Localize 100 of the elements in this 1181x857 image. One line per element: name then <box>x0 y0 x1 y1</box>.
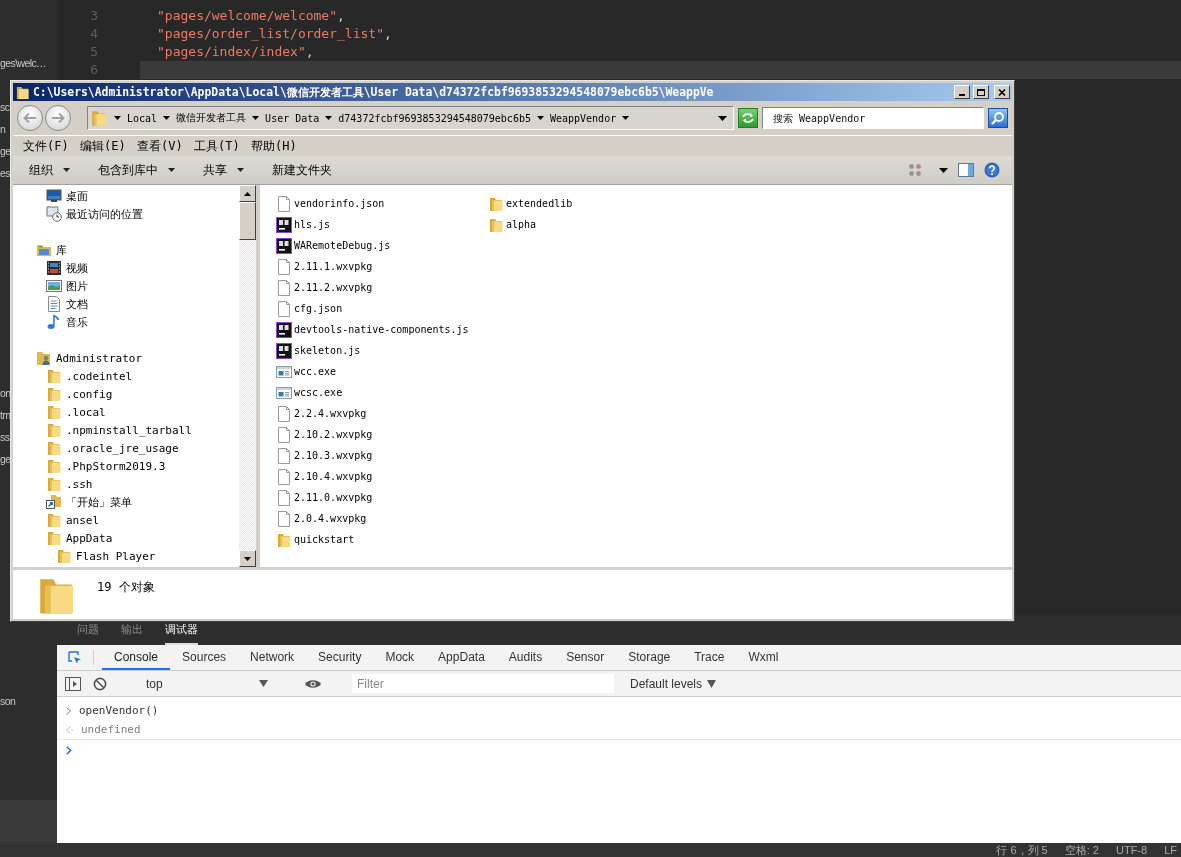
caret-icon <box>237 168 244 172</box>
devtools-tab[interactable]: AppData <box>426 645 497 670</box>
devtools-tab[interactable]: Audits <box>496 645 555 670</box>
nav-item[interactable]: Administrator <box>13 349 239 367</box>
levels-dropdown[interactable]: Default levels <box>624 675 723 692</box>
help-button[interactable] <box>984 162 1000 178</box>
devtools-tab[interactable]: Storage <box>616 645 683 670</box>
scrollbar-thumb[interactable] <box>239 202 256 240</box>
devtools-tab[interactable]: Security <box>306 645 374 670</box>
file-item[interactable]: 2.11.2.wxvpkg <box>276 277 488 298</box>
file-tree-item[interactable]: ge <box>0 448 11 470</box>
file-item[interactable]: hls.js <box>276 214 488 235</box>
sidebar-toggle-button[interactable] <box>63 676 83 691</box>
devtools-tab[interactable]: Sensor <box>554 645 617 670</box>
file-item[interactable]: vendorinfo.json <box>276 193 488 214</box>
file-item[interactable]: wcc.exe <box>276 361 488 382</box>
nav-item[interactable]: AppData <box>13 529 239 547</box>
folder-icon <box>46 512 62 528</box>
file-item[interactable]: wcsc.exe <box>276 382 488 403</box>
file-item[interactable]: quickstart <box>276 529 488 550</box>
file-item[interactable]: 2.2.4.wxvpkg <box>276 403 488 424</box>
file-tree-item[interactable]: es <box>0 162 10 184</box>
view-options-button[interactable] <box>909 164 923 176</box>
file-item[interactable]: 2.11.1.wxvpkg <box>276 256 488 277</box>
eye-toggle-button[interactable] <box>303 678 323 689</box>
file-item[interactable]: 2.10.2.wxvpkg <box>276 424 488 445</box>
right-arrow-icon <box>51 112 65 124</box>
nav-item[interactable]: 文档 <box>13 295 239 313</box>
nav-item[interactable]: .config <box>13 385 239 403</box>
file-item[interactable]: 2.0.4.wxvpkg <box>276 508 488 529</box>
search-field[interactable]: 搜索 WeappVendor <box>762 107 984 129</box>
toolbar-button[interactable]: 包含到库中 <box>94 159 179 181</box>
nav-item[interactable]: .codeintel <box>13 367 239 385</box>
nav-item[interactable]: Flash Player <box>13 547 239 565</box>
minimize-button[interactable] <box>954 85 970 99</box>
menu-item[interactable]: 工具(T) <box>190 137 247 155</box>
close-button[interactable] <box>994 85 1010 99</box>
file-item[interactable]: 2.11.0.wxvpkg <box>276 487 488 508</box>
view-menu-button[interactable] <box>939 167 948 173</box>
file-item[interactable]: 2.10.3.wxvpkg <box>276 445 488 466</box>
breadcrumb-item[interactable]: User Data <box>265 112 333 124</box>
toolbar-button[interactable]: 共享 <box>199 159 248 181</box>
file-tree-item[interactable]: ge <box>0 140 11 162</box>
scroll-down-button[interactable] <box>239 550 256 567</box>
breadcrumb-item[interactable]: d74372fcbf9693853294548079ebc6b5 <box>338 112 544 124</box>
search-icon <box>991 111 1005 125</box>
devtools-tab[interactable]: Network <box>238 645 307 670</box>
menu-item[interactable]: 编辑(E) <box>76 137 133 155</box>
menu-item[interactable]: 文件(F) <box>19 137 76 155</box>
panel-tab[interactable]: 问题 <box>77 621 99 645</box>
devtools-tab[interactable]: Sources <box>170 645 239 670</box>
nav-item[interactable]: .PhpStorm2019.3 <box>13 457 239 475</box>
file-tree-item[interactable]: ss <box>0 426 10 448</box>
file-tree-item[interactable]: tm <box>0 404 11 426</box>
nav-item[interactable]: .local <box>13 403 239 421</box>
nav-item[interactable]: .npminstall_tarball <box>13 421 239 439</box>
nav-item[interactable]: 最近访问的位置 <box>13 205 239 223</box>
menu-item[interactable]: 帮助(H) <box>247 137 304 155</box>
search-button[interactable] <box>988 108 1008 128</box>
file-tree-item[interactable]: ges\welc… <box>0 52 46 74</box>
nav-item[interactable]: 图片 <box>13 277 239 295</box>
toolbar-button[interactable]: 新建文件夹 <box>268 159 336 181</box>
refresh-button[interactable] <box>738 108 758 128</box>
file-tree-item[interactable]: sc <box>0 96 10 118</box>
nav-item[interactable]: 桌面 <box>13 187 239 205</box>
file-tree-item[interactable]: n <box>0 118 6 140</box>
nav-item[interactable]: 音乐 <box>13 313 239 331</box>
nav-item[interactable]: 库 <box>13 241 239 259</box>
devtools-tab[interactable]: Wxml <box>736 645 791 670</box>
file-icon <box>276 489 292 506</box>
toolbar-button[interactable]: 组织 <box>25 159 74 181</box>
nav-item[interactable]: 视频 <box>13 259 239 277</box>
nav-item[interactable]: 「开始」菜单 <box>13 493 239 511</box>
address-bar[interactable]: Local 微信开发者工具 User Data d74372fcbf9693853294548079ebc6b5 WeappVendor <box>87 106 734 130</box>
nav-item[interactable]: .ssh <box>13 475 239 493</box>
devtools-tab[interactable]: Mock <box>373 645 427 670</box>
nav-item[interactable]: ansel <box>13 511 239 529</box>
file-item[interactable]: alpha <box>488 214 700 235</box>
file-item[interactable]: cfg.json <box>276 298 488 319</box>
breadcrumb-item[interactable]: 微信开发者工具 <box>176 111 260 125</box>
file-tree-item[interactable]: son <box>0 690 16 712</box>
file-item[interactable]: skeleton.js <box>276 340 488 361</box>
maximize-button[interactable] <box>973 85 989 99</box>
breadcrumb-item[interactable]: Local <box>127 112 171 124</box>
back-button[interactable] <box>17 105 43 131</box>
file-item[interactable]: extendedlib <box>488 193 700 214</box>
breadcrumb-item[interactable]: WeappVendor <box>549 112 630 124</box>
file-tree-item[interactable]: on <box>0 382 11 404</box>
scroll-up-button[interactable] <box>239 185 256 202</box>
nav-item[interactable]: .oracle_jre_usage <box>13 439 239 457</box>
forward-button[interactable] <box>45 105 71 131</box>
menu-item[interactable]: 查看(V) <box>133 137 190 155</box>
context-select[interactable]: top <box>140 673 274 694</box>
file-item[interactable]: 2.10.4.wxvpkg <box>276 466 488 487</box>
panel-tab[interactable]: 输出 <box>121 621 143 645</box>
file-item[interactable]: devtools-native-components.js <box>276 319 488 340</box>
filter-field[interactable]: Filter <box>352 674 614 693</box>
preview-pane-button[interactable] <box>958 163 974 177</box>
file-item[interactable]: WARemoteDebug.js <box>276 235 488 256</box>
devtools-tab[interactable]: Trace <box>682 645 737 670</box>
